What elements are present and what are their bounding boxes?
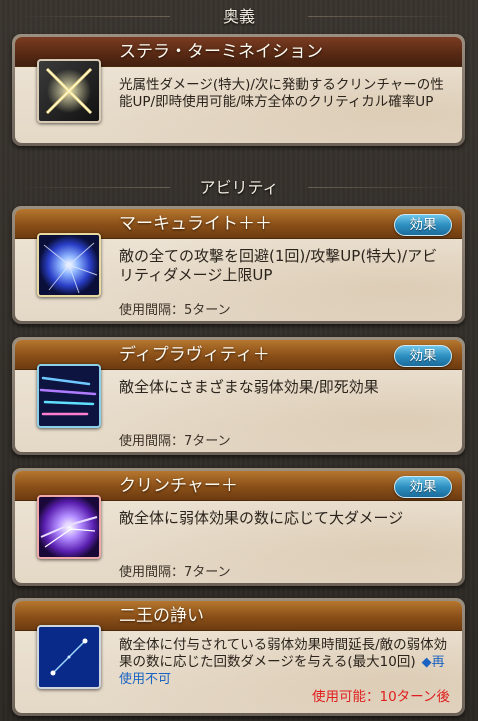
ougi-title: ステラ・ターミネイション [119,42,323,62]
ability-2-effect-button[interactable]: 効果 [394,345,452,367]
ability-card-3[interactable]: クリンチャー＋ 効果 敵全体に弱体効果の数に応じて大ダメージ 使用間隔：7ターン [12,468,465,586]
ability-4-description-text: 敵全体に付与されている弱体効果時間延長/敵の弱体効果の数に応じた回数ダメージを与… [119,637,448,670]
abilities-section-header: アビリティ [0,174,478,202]
ability-1-cooldown: 使用間隔：5ターン [119,303,231,318]
constellation-icon [37,625,101,689]
ability-4-available-label: 使用可能：10ターン後 [311,689,450,705]
ability-1-description: 敵の全ての攻撃を回避(1回)/攻撃UP(特大)/アビリティダメージ上限UP [119,247,438,284]
ability-card-1[interactable]: マーキュライト＋＋ 効果 敵の全ての攻撃を回避(1回)/攻撃UP(特大)/アビリ… [12,206,465,324]
ability-4-title: 二王の諍い [119,606,204,626]
ability-3-title: クリンチャー＋ [119,476,238,496]
ability-card-4[interactable]: 二王の諍い 敵全体に付与されている弱体効果時間延長/敵の弱体効果の数に応じた回数… [12,598,465,716]
ougi-card: ステラ・ターミネイション 光属性ダメージ(特大)/次に発動するクリンチャーの性能… [12,34,465,146]
ability-1-title: マーキュライト＋＋ [119,214,272,234]
ability-2-description: 敵全体にさまざまな弱体効果/即死効果 [119,378,379,396]
crossed-swords-icon [37,59,101,123]
purple-slash-icon [37,495,101,559]
skill-list-panel: 奥義 ステラ・ターミネイション 光属性ダメージ(特大)/次に発動するクリンチャー… [0,0,478,721]
blue-burst-icon [37,233,101,297]
ability-3-cooldown: 使用間隔：7ターン [119,565,231,580]
ability-4-description: 敵全体に付与されている弱体効果時間延長/敵の弱体効果の数に応じた回数ダメージを与… [119,637,448,688]
arrows-icon [37,364,101,428]
ougi-description: 光属性ダメージ(特大)/次に発動するクリンチャーの性能UP/即時使用可能/味方全… [119,77,444,110]
ougi-section-header: 奥義 [0,3,478,31]
ability-2-title: ディプラヴィティ＋ [119,345,270,365]
ability-3-description: 敵全体に弱体効果の数に応じて大ダメージ [119,509,404,527]
ability-card-2[interactable]: ディプラヴィティ＋ 効果 敵全体にさまざまな弱体効果/即死効果 使用間隔：7ター… [12,337,465,455]
ability-2-cooldown: 使用間隔：7ターン [119,434,231,449]
ability-3-effect-button[interactable]: 効果 [394,476,452,498]
ability-1-effect-button[interactable]: 効果 [394,214,452,236]
